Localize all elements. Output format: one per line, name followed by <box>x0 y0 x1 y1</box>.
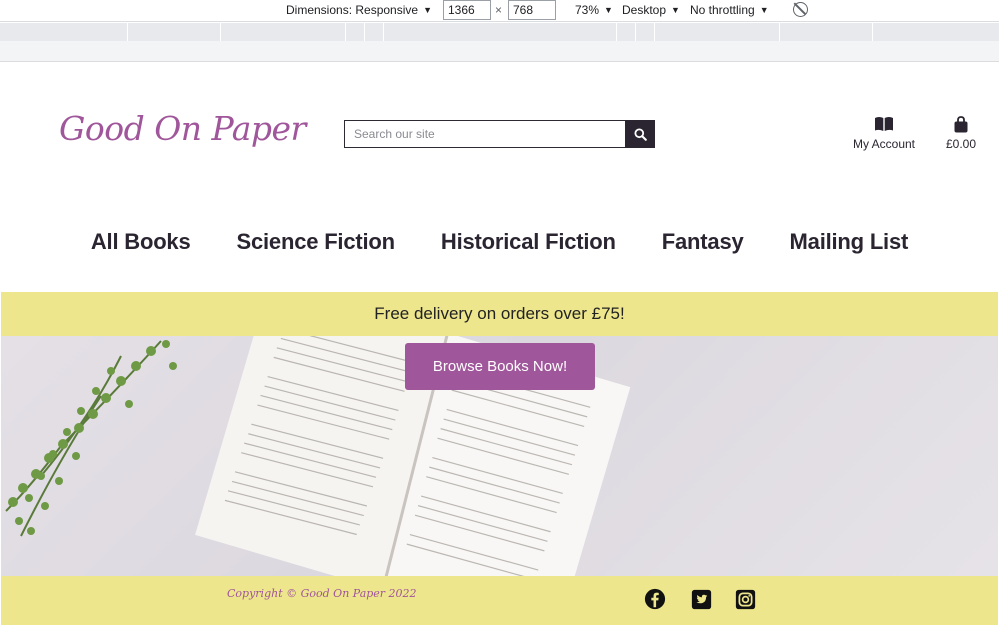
site-footer: Copyright © Good On Paper 2022 <box>1 576 998 625</box>
device-ruler <box>0 41 999 62</box>
shopping-bag-icon <box>954 116 968 133</box>
nav-item-historical-fiction[interactable]: Historical Fiction <box>441 229 616 255</box>
ruler-divider <box>635 23 636 41</box>
hero-section: Browse Books Now! <box>1 336 998 576</box>
nav-item-mailing-list[interactable]: Mailing List <box>790 229 909 255</box>
ruler-divider <box>127 23 128 41</box>
instagram-link[interactable] <box>733 587 757 611</box>
viewport-width-input[interactable] <box>443 0 491 20</box>
search-input[interactable] <box>344 120 625 148</box>
ruler-divider <box>654 23 655 41</box>
dimensions-label: Dimensions: Responsive <box>286 3 419 17</box>
copyright-text: Copyright © Good On Paper 2022 <box>227 587 417 600</box>
nav-item-all-books[interactable]: All Books <box>91 229 191 255</box>
ruler-divider <box>872 23 873 41</box>
search-icon <box>633 127 647 141</box>
twitter-link[interactable] <box>689 587 713 611</box>
ruler-divider <box>779 23 780 41</box>
rotate-disabled-icon[interactable] <box>793 2 808 17</box>
zoom-label: 73% <box>575 3 600 17</box>
device-mode-label: Desktop <box>622 3 667 17</box>
my-account-link[interactable]: My Account <box>849 116 919 151</box>
dimensions-dropdown[interactable]: Dimensions: Responsive ▼ <box>286 3 432 17</box>
facebook-link[interactable] <box>643 587 667 611</box>
book-open-icon <box>875 117 893 131</box>
throttling-label: No throttling <box>690 3 755 17</box>
delivery-promo-banner: Free delivery on orders over £75! <box>1 292 998 336</box>
nav-item-fantasy[interactable]: Fantasy <box>662 229 744 255</box>
main-navigation: All Books Science Fiction Historical Fic… <box>1 229 998 255</box>
basket-total: £0.00 <box>945 137 977 151</box>
facebook-icon <box>644 588 666 610</box>
ruler-divider <box>364 23 365 41</box>
ruler-divider <box>383 23 384 41</box>
promo-text: Free delivery on orders over £75! <box>374 304 625 323</box>
ruler-divider <box>616 23 617 41</box>
devtools-device-toolbar: Dimensions: Responsive ▼ × 73% ▼ Desktop… <box>0 0 999 22</box>
ruler-divider <box>345 23 346 41</box>
viewport-height-input[interactable] <box>508 0 556 20</box>
dropdown-arrow-icon: ▼ <box>759 5 769 15</box>
twitter-icon <box>691 589 711 609</box>
site-logo[interactable]: Good On Paper <box>59 109 306 148</box>
dropdown-arrow-icon: ▼ <box>604 5 613 15</box>
my-account-label: My Account <box>852 137 916 151</box>
ruler-divider <box>220 23 221 41</box>
search-form <box>344 120 655 148</box>
throttling-dropdown[interactable]: No throttling ▼ <box>690 3 769 17</box>
instagram-icon <box>735 589 755 609</box>
site-viewport: Good On Paper My Account £0.00 A <box>1 63 998 625</box>
basket-link[interactable]: £0.00 <box>941 116 981 151</box>
browse-books-button[interactable]: Browse Books Now! <box>405 343 595 390</box>
times-symbol: × <box>495 3 503 17</box>
dropdown-arrow-icon: ▼ <box>423 5 432 15</box>
dropdown-arrow-icon: ▼ <box>671 5 680 15</box>
zoom-dropdown[interactable]: 73% ▼ <box>575 3 613 17</box>
media-query-ruler[interactable] <box>0 23 999 41</box>
nav-item-science-fiction[interactable]: Science Fiction <box>237 229 396 255</box>
device-mode-dropdown[interactable]: Desktop ▼ <box>622 3 680 17</box>
search-button[interactable] <box>625 120 655 148</box>
